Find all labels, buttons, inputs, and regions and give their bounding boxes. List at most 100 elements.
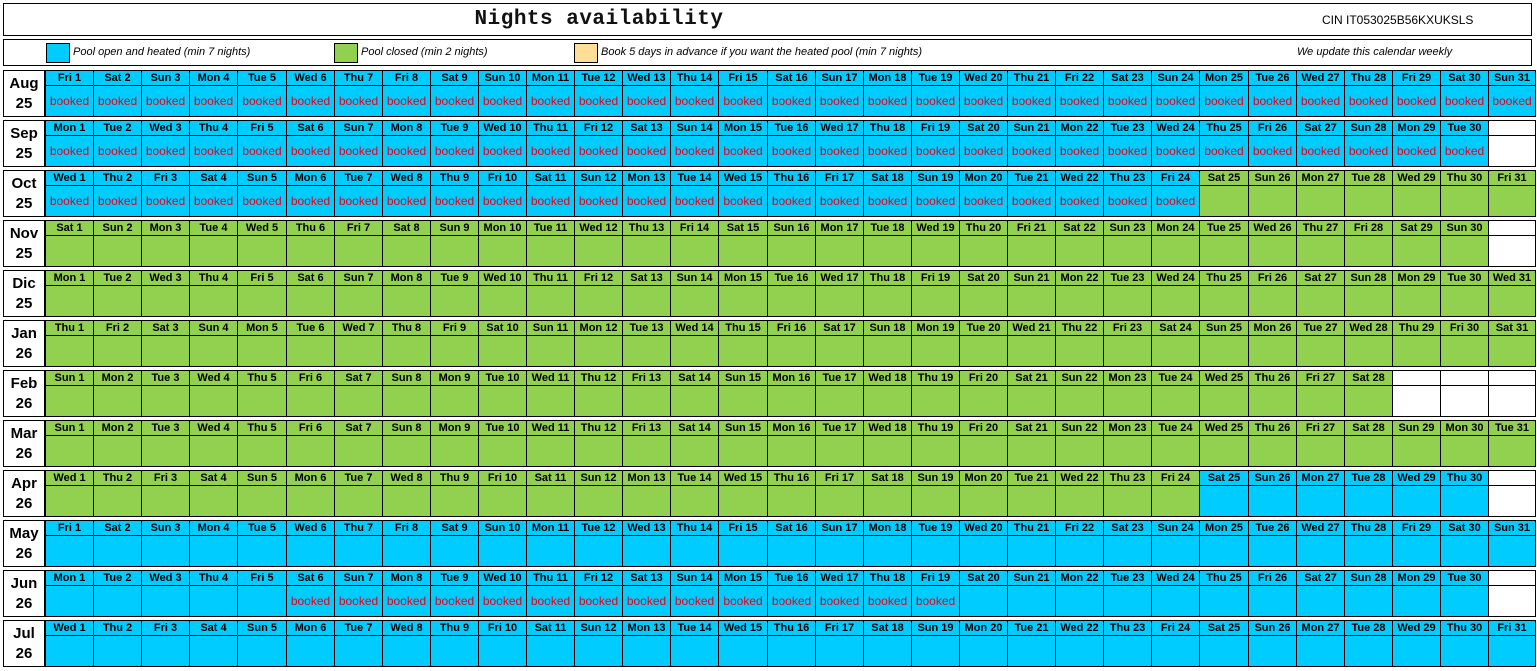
- day-cell[interactable]: [767, 485, 815, 517]
- day-cell[interactable]: [526, 435, 574, 467]
- day-cell[interactable]: [382, 485, 430, 517]
- day-cell-booked[interactable]: booked: [1151, 185, 1199, 217]
- day-cell[interactable]: [1151, 535, 1199, 567]
- day-cell-booked[interactable]: booked: [911, 585, 959, 617]
- day-cell[interactable]: [1151, 235, 1199, 267]
- day-cell-booked[interactable]: booked: [334, 85, 382, 117]
- day-cell-booked[interactable]: booked: [430, 185, 478, 217]
- day-cell[interactable]: [1440, 235, 1488, 267]
- day-cell-booked[interactable]: booked: [1392, 135, 1440, 167]
- day-cell[interactable]: [1151, 435, 1199, 467]
- day-cell-booked[interactable]: booked: [767, 185, 815, 217]
- day-cell[interactable]: [1488, 585, 1536, 617]
- day-cell[interactable]: [1392, 535, 1440, 567]
- day-cell[interactable]: [1055, 585, 1103, 617]
- day-cell[interactable]: [1344, 335, 1392, 367]
- day-cell[interactable]: [1199, 185, 1248, 217]
- day-cell[interactable]: [1440, 535, 1488, 567]
- day-cell[interactable]: [1103, 385, 1151, 417]
- day-cell-booked[interactable]: booked: [1007, 135, 1055, 167]
- day-cell-booked[interactable]: booked: [767, 85, 815, 117]
- day-cell[interactable]: [93, 585, 141, 617]
- day-cell[interactable]: [286, 335, 334, 367]
- day-cell[interactable]: [911, 435, 959, 467]
- day-cell-booked[interactable]: booked: [382, 85, 430, 117]
- day-cell-booked[interactable]: booked: [574, 85, 622, 117]
- day-cell[interactable]: [1392, 185, 1440, 217]
- day-cell[interactable]: [1199, 485, 1248, 517]
- day-cell[interactable]: [237, 385, 286, 417]
- day-cell[interactable]: [1344, 385, 1392, 417]
- day-cell-booked[interactable]: booked: [767, 585, 815, 617]
- day-cell[interactable]: [141, 585, 189, 617]
- day-cell-booked[interactable]: booked: [1055, 135, 1103, 167]
- day-cell[interactable]: [1151, 385, 1199, 417]
- day-cell[interactable]: [45, 585, 93, 617]
- day-cell[interactable]: [1199, 635, 1248, 667]
- day-cell[interactable]: [1440, 585, 1488, 617]
- day-cell-booked[interactable]: booked: [863, 135, 911, 167]
- day-cell[interactable]: [574, 485, 622, 517]
- day-cell[interactable]: [1007, 235, 1055, 267]
- day-cell[interactable]: [959, 485, 1007, 517]
- day-cell[interactable]: [45, 385, 93, 417]
- day-cell[interactable]: [1248, 335, 1296, 367]
- day-cell[interactable]: [1296, 585, 1344, 617]
- day-cell-booked[interactable]: booked: [478, 85, 526, 117]
- day-cell[interactable]: [45, 285, 93, 317]
- day-cell-booked[interactable]: booked: [863, 185, 911, 217]
- day-cell[interactable]: [911, 485, 959, 517]
- day-cell[interactable]: [237, 335, 286, 367]
- day-cell[interactable]: [189, 635, 237, 667]
- day-cell[interactable]: [430, 535, 478, 567]
- day-cell[interactable]: [863, 485, 911, 517]
- day-cell[interactable]: [1199, 235, 1248, 267]
- day-cell-booked[interactable]: booked: [286, 585, 334, 617]
- day-cell[interactable]: [334, 535, 382, 567]
- day-cell[interactable]: [1440, 385, 1488, 417]
- day-cell[interactable]: [815, 485, 863, 517]
- day-cell[interactable]: [286, 435, 334, 467]
- day-cell-booked[interactable]: booked: [526, 135, 574, 167]
- day-cell[interactable]: [93, 385, 141, 417]
- day-cell[interactable]: [93, 635, 141, 667]
- day-cell[interactable]: [430, 285, 478, 317]
- day-cell[interactable]: [334, 435, 382, 467]
- day-cell[interactable]: [141, 285, 189, 317]
- day-cell[interactable]: [911, 285, 959, 317]
- day-cell[interactable]: [815, 535, 863, 567]
- day-cell-booked[interactable]: booked: [1248, 135, 1296, 167]
- day-cell[interactable]: [526, 235, 574, 267]
- day-cell[interactable]: [45, 635, 93, 667]
- day-cell-booked[interactable]: booked: [959, 85, 1007, 117]
- day-cell-booked[interactable]: booked: [334, 585, 382, 617]
- day-cell[interactable]: [1199, 335, 1248, 367]
- day-cell[interactable]: [382, 385, 430, 417]
- day-cell-booked[interactable]: booked: [815, 585, 863, 617]
- day-cell[interactable]: [430, 335, 478, 367]
- day-cell[interactable]: [1488, 635, 1536, 667]
- day-cell[interactable]: [1151, 635, 1199, 667]
- day-cell[interactable]: [1440, 635, 1488, 667]
- day-cell[interactable]: [718, 635, 767, 667]
- day-cell[interactable]: [1296, 435, 1344, 467]
- day-cell-booked[interactable]: booked: [1440, 85, 1488, 117]
- day-cell[interactable]: [45, 485, 93, 517]
- day-cell[interactable]: [959, 285, 1007, 317]
- day-cell[interactable]: [622, 285, 670, 317]
- day-cell-booked[interactable]: booked: [286, 85, 334, 117]
- day-cell[interactable]: [863, 285, 911, 317]
- day-cell-booked[interactable]: booked: [1392, 85, 1440, 117]
- day-cell-booked[interactable]: booked: [334, 185, 382, 217]
- day-cell[interactable]: [189, 485, 237, 517]
- day-cell-booked[interactable]: booked: [1055, 185, 1103, 217]
- day-cell[interactable]: [911, 535, 959, 567]
- day-cell[interactable]: [622, 385, 670, 417]
- day-cell-booked[interactable]: booked: [526, 85, 574, 117]
- day-cell[interactable]: [1392, 385, 1440, 417]
- day-cell[interactable]: [1344, 435, 1392, 467]
- day-cell[interactable]: [767, 435, 815, 467]
- day-cell[interactable]: [237, 585, 286, 617]
- day-cell[interactable]: [670, 285, 718, 317]
- day-cell-booked[interactable]: booked: [574, 585, 622, 617]
